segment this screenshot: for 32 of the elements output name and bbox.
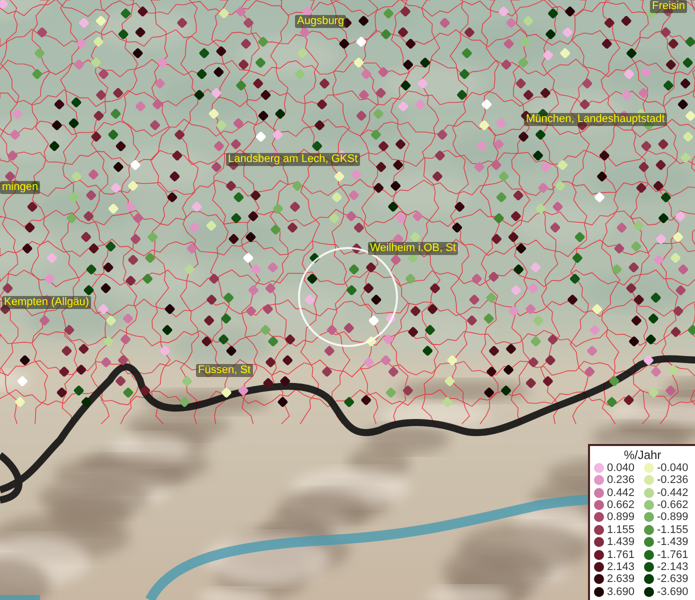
legend-label: 1.155	[607, 524, 636, 536]
legend-label: -1.155	[657, 524, 690, 536]
legend-label: -0.442	[657, 486, 690, 499]
legend-label: 2.143	[607, 561, 636, 574]
legend-label: 2.639	[607, 573, 636, 586]
legend-label: 0.899	[607, 511, 636, 524]
legend-label: 1.761	[607, 548, 636, 561]
place-label: Weilheim i.OB, St	[368, 242, 458, 255]
place-label: München, Landeshauptstadt	[524, 113, 667, 126]
map-drawing[interactable]	[0, 0, 695, 600]
legend-label: 0.662	[607, 499, 636, 512]
legend-label: -2.639	[657, 573, 690, 586]
place-label: Augsburg	[295, 15, 346, 28]
legend-label: -0.236	[657, 474, 690, 486]
legend-label: 0.442	[607, 486, 636, 499]
legend-label: 3.690	[607, 586, 636, 598]
legend-label: -1.761	[657, 548, 690, 561]
legend-label: 0.236	[607, 474, 636, 486]
legend-label: 0.040	[607, 462, 636, 474]
place-label: Landsberg am Lech, GKSt	[226, 153, 360, 166]
place-label: mingen	[0, 181, 40, 194]
legend-label: -0.899	[657, 511, 690, 524]
legend-label: -0.662	[657, 499, 690, 512]
legend-label: -2.143	[657, 561, 690, 574]
legend-label: 1.439	[607, 536, 636, 548]
place-label: Füssen, St	[196, 364, 253, 377]
legend-label: -1.439	[657, 536, 690, 548]
legend-label: -3.690	[657, 586, 690, 598]
legend-label: -0.040	[657, 462, 690, 474]
place-label: Freisin	[650, 0, 688, 13]
place-label: Kempten (Allgäu)	[2, 296, 91, 309]
legend-title: %/Jahr	[622, 448, 662, 462]
